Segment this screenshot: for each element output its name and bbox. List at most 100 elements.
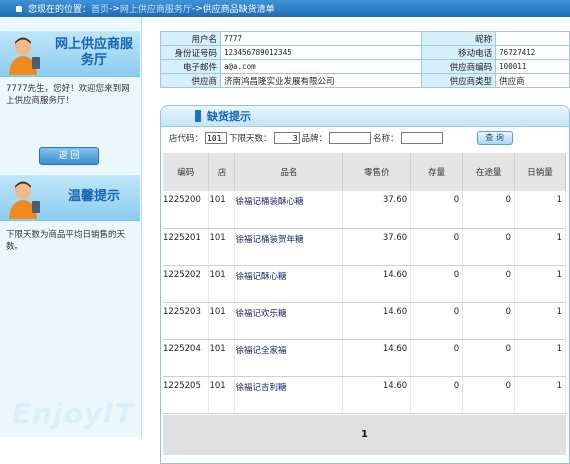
cell-transit: 0 <box>462 191 516 229</box>
column-header: 品名 <box>234 153 344 191</box>
column-header: 编码 <box>163 153 210 191</box>
pagination: 1 <box>163 415 566 455</box>
stockout-panel: 缺货提示 店代码： 下限天数： 品牌： 名称： 查 询 编码 店 品名 零售价 … <box>160 105 570 464</box>
name-label: 名称： <box>373 134 399 144</box>
cell-name: 徐福记桶装酥心糖 <box>234 191 344 229</box>
cell-price: 14.60 <box>342 265 412 303</box>
cell-stock: 0 <box>410 191 464 229</box>
service-hall-card: 网上供应商服务厅 <box>0 31 140 77</box>
cell-daily: 1 <box>514 339 566 377</box>
days-label: 下限天数： <box>229 134 272 144</box>
enjoyit-watermark-logo: EnjoyIT <box>12 397 135 430</box>
cell-store: 101 <box>208 339 236 377</box>
cell-code: 1225204 <box>163 339 210 377</box>
supplier-info-table: 用户名 7777 昵称 身份证号码 123456789012345 移动电话 7… <box>160 31 570 88</box>
column-header: 店 <box>208 153 236 191</box>
cell-stock: 0 <box>410 302 464 340</box>
cell-stock: 0 <box>410 228 464 266</box>
cell-transit: 0 <box>462 302 516 340</box>
brand-label: 品牌： <box>301 134 328 144</box>
breadcrumb-separator: -> <box>191 3 203 14</box>
service-hall-title: 网上供应商服务厅 <box>54 37 133 68</box>
back-button[interactable]: 返 回 <box>39 147 99 165</box>
cell-daily: 1 <box>514 265 566 303</box>
cell-price: 37.60 <box>342 191 412 229</box>
mobile-value: 76727412 <box>495 45 570 60</box>
table-header-row: 编码 店 品名 零售价 存量 在途量 日销量 <box>163 153 566 191</box>
cell-daily: 1 <box>514 228 566 266</box>
id-label: 身份证号码 <box>160 45 221 60</box>
cell-name: 徐福记酥心糖 <box>234 265 344 303</box>
column-header: 日销量 <box>514 153 566 191</box>
cell-code: 1225200 <box>163 191 210 229</box>
welcome-text: 7777先生，您好！欢迎您来到网上供应商服务厅！ <box>6 84 130 106</box>
cell-stock: 0 <box>410 339 464 377</box>
panel-header: 缺货提示 <box>161 106 569 127</box>
table-row: 1225200 101 徐福记桶装酥心糖 37.60 0 0 1 <box>163 191 566 229</box>
breadcrumb-separator: -> <box>109 3 120 14</box>
cell-name: 徐福记桶装贺年糖 <box>234 228 344 266</box>
breadcrumb-service-link[interactable]: 网上供应商服务厅 <box>120 2 192 15</box>
email-label: 电子邮件 <box>160 59 221 74</box>
breadcrumb-current: 供应商品缺货清单 <box>202 5 275 15</box>
cell-code: 1225205 <box>163 376 210 414</box>
email-value: a@a.com <box>219 59 423 74</box>
stockout-table: 编码 店 品名 零售价 存量 在途量 日销量 1225200 101 徐福记桶装酥心… <box>163 153 566 414</box>
cell-name: 徐福记吉利糖 <box>234 376 344 414</box>
bullet-icon <box>16 5 22 12</box>
supplier-value: 济南鸿昌隆实业发展有限公司 <box>219 73 423 88</box>
name-input[interactable] <box>400 132 443 144</box>
cell-transit: 0 <box>462 339 516 377</box>
page-number[interactable]: 1 <box>361 429 368 440</box>
user-value: 7777 <box>219 31 423 46</box>
table-row: 1225201 101 徐福记桶装贺年糖 37.60 0 0 1 <box>163 228 566 266</box>
cell-code: 1225202 <box>163 265 210 303</box>
column-header: 存量 <box>410 153 464 191</box>
tips-card: 温馨提示 <box>0 175 140 221</box>
mobile-label: 移动电话 <box>421 45 497 60</box>
query-button[interactable]: 查 询 <box>476 131 513 145</box>
brand-input[interactable] <box>329 132 372 144</box>
cell-stock: 0 <box>410 376 464 414</box>
cell-store: 101 <box>208 191 236 229</box>
cell-daily: 1 <box>514 191 566 229</box>
supplier-type-value: 供应商 <box>495 73 570 88</box>
cell-store: 101 <box>208 376 236 414</box>
cell-transit: 0 <box>462 228 516 266</box>
cell-daily: 1 <box>514 302 566 340</box>
supplier-code-value: 100011 <box>495 59 570 74</box>
column-header: 在途量 <box>462 153 516 191</box>
cell-price: 37.60 <box>342 228 412 266</box>
days-input[interactable] <box>273 132 300 144</box>
breadcrumb-prefix: 您现在的位置： <box>28 5 92 15</box>
table-row: 1225204 101 徐福记全家福 14.60 0 0 1 <box>163 339 566 377</box>
breadcrumb-home-link[interactable]: 首页 <box>91 2 109 15</box>
person-avatar-icon <box>9 37 40 75</box>
cell-name: 徐福记全家福 <box>234 339 344 377</box>
store-code-input[interactable] <box>205 132 228 144</box>
cell-price: 14.60 <box>342 339 412 377</box>
table-row: 1225203 101 徐福记欢乐糖 14.60 0 0 1 <box>163 302 566 340</box>
cell-price: 14.60 <box>342 376 412 414</box>
table-row: 1225202 101 徐福记酥心糖 14.60 0 0 1 <box>163 265 566 303</box>
supplier-code-label: 供应商编码 <box>421 59 497 74</box>
nick-value <box>495 31 570 46</box>
cell-stock: 0 <box>410 265 464 303</box>
sidebar: 网上供应商服务厅 7777先生，您好！欢迎您来到网上供应商服务厅！ 返 回 温馨… <box>0 17 142 437</box>
user-label: 用户名 <box>160 31 221 46</box>
id-value: 123456789012345 <box>219 45 423 60</box>
search-bar: 店代码： 下限天数： 品牌： 名称： 查 询 <box>161 127 569 149</box>
cell-price: 14.60 <box>342 302 412 340</box>
tips-title: 温馨提示 <box>67 189 120 204</box>
supplier-type-label: 供应商类型 <box>421 73 497 88</box>
cell-code: 1225203 <box>163 302 210 340</box>
cell-daily: 1 <box>514 376 566 414</box>
section-marker-icon <box>195 110 201 122</box>
tips-text: 下限天数为商品平均日销售的天数。 <box>6 230 126 252</box>
cell-transit: 0 <box>462 376 516 414</box>
cell-code: 1225201 <box>163 228 210 266</box>
cell-name: 徐福记欢乐糖 <box>234 302 344 340</box>
cell-store: 101 <box>208 228 236 266</box>
nick-label: 昵称 <box>421 31 497 46</box>
table-row: 1225205 101 徐福记吉利糖 14.60 0 0 1 <box>163 376 566 414</box>
